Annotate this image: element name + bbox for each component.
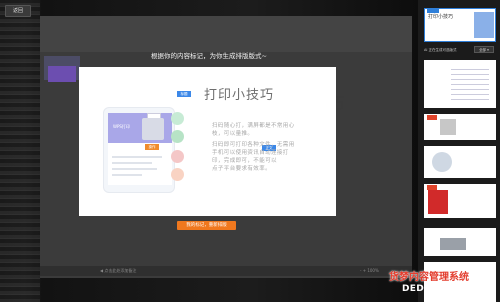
panel-label: AI 正在生成可选版式 — [424, 48, 457, 52]
filter-select[interactable]: 全部 ▾ — [474, 46, 494, 53]
thumb-image — [440, 119, 456, 135]
back-button[interactable]: 返回 — [5, 5, 31, 17]
thumb-image — [474, 12, 494, 38]
body-line: 枝，可以量推。 — [212, 131, 254, 137]
notes-hint[interactable]: ◀ 点击此处添加备注 — [100, 266, 136, 276]
thumb-tag — [427, 115, 437, 120]
thumb-title: 打印小技巧 — [428, 14, 454, 20]
mark-tag-title[interactable]: 标题 — [177, 91, 191, 97]
thumb-grid — [451, 66, 489, 100]
tablet-brand-label: WPS打印 — [113, 124, 130, 129]
slide-thumbnail-image — [48, 66, 76, 82]
tablet-line — [112, 174, 142, 176]
mark-tag-action[interactable]: 操作 — [145, 144, 159, 150]
zoom-control[interactable]: - + 100% — [360, 266, 379, 276]
tablet-line — [112, 168, 157, 170]
body-line: 印，完成即可，不能可以 — [212, 158, 277, 164]
watermark-site: DEDECMS.COM — [402, 284, 482, 294]
decor-bubble — [171, 168, 184, 181]
body-line: 点子平台要求有效率。 — [212, 166, 272, 172]
thumb-image — [428, 190, 448, 214]
body-line: 扫码即可打印各种文件，无需用 — [212, 142, 295, 148]
layout-headline: 根据你的内容标记，为你生成排版版式~ — [151, 52, 267, 60]
watermark-title: 货梦内容管理系统 — [389, 272, 469, 283]
decor-bubble — [171, 130, 184, 143]
decor-bubble — [171, 112, 184, 125]
decor-bubble — [171, 150, 184, 163]
body-line: 手机可以使用资讯自动连接打 — [212, 150, 289, 156]
tablet-line — [112, 162, 152, 164]
tablet-line — [112, 156, 162, 158]
app-footer — [40, 266, 412, 276]
relayout-button[interactable]: 我的标记，重新排版 — [177, 221, 236, 230]
thumb-image — [432, 152, 452, 172]
body-line: 扫码随心打，满屏都是不常用心 — [212, 123, 295, 129]
app-toolbar — [40, 16, 412, 52]
thumb-image — [440, 238, 466, 250]
printer-icon — [142, 118, 164, 140]
wood-texture — [0, 0, 40, 302]
modal-title: 打印小技巧 — [204, 88, 275, 103]
